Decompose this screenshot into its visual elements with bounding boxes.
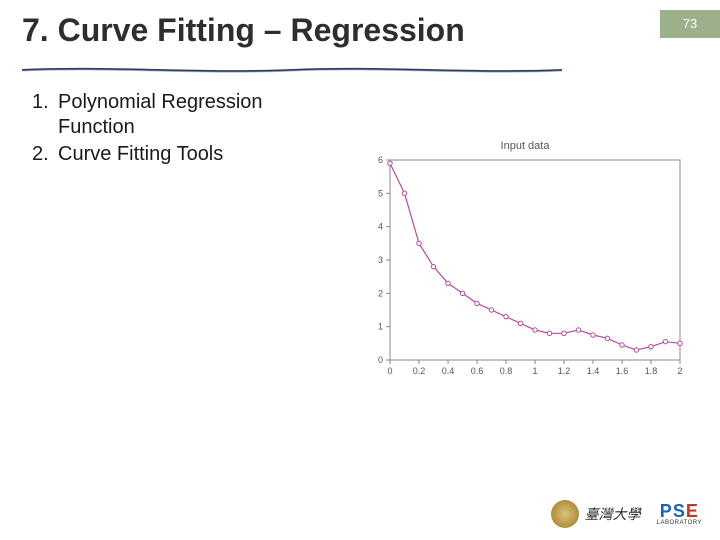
ntu-seal-icon: [551, 500, 579, 528]
slide: 73 7. Curve Fitting – Regression 1. Poly…: [0, 0, 720, 540]
list-number: 2.: [32, 142, 58, 167]
svg-text:1: 1: [378, 322, 383, 332]
pse-letters: PSE: [660, 502, 699, 520]
footer-logos: 臺灣大學 PSE LABORATORY: [551, 500, 702, 528]
svg-text:2: 2: [677, 366, 682, 376]
svg-text:1.6: 1.6: [616, 366, 629, 376]
svg-text:0.6: 0.6: [471, 366, 484, 376]
list-item: 2. Curve Fitting Tools: [32, 142, 342, 167]
svg-text:4: 4: [378, 222, 383, 232]
chart-container: Input data 0 0.2 0.4 0.6 0.8 1 1.2 1.4 1.6 1.8 2 0 1…: [360, 140, 690, 390]
svg-text:5: 5: [378, 188, 383, 198]
svg-text:0.4: 0.4: [442, 366, 455, 376]
svg-text:3: 3: [378, 255, 383, 265]
svg-text:1: 1: [532, 366, 537, 376]
slide-title: 7. Curve Fitting – Regression: [22, 12, 465, 49]
list-number: 1.: [32, 90, 58, 140]
svg-text:0: 0: [378, 355, 383, 365]
title-underline: [22, 66, 562, 74]
svg-text:2: 2: [378, 288, 383, 298]
chart-title: Input data: [360, 140, 690, 152]
page-number-badge: 73: [660, 10, 720, 38]
list-item: 1. Polynomial Regression Function: [32, 90, 342, 140]
svg-text:1.2: 1.2: [558, 366, 571, 376]
ntu-text: 臺灣大學: [585, 504, 641, 524]
content-list: 1. Polynomial Regression Function 2. Cur…: [32, 90, 342, 169]
chart-plot: 0 0.2 0.4 0.6 0.8 1 1.2 1.4 1.6 1.8 2 0 1 2 3 4 5 6: [360, 154, 690, 384]
svg-text:1.4: 1.4: [587, 366, 600, 376]
svg-text:6: 6: [378, 155, 383, 165]
svg-text:1.8: 1.8: [645, 366, 658, 376]
pse-subtitle: LABORATORY: [657, 520, 702, 526]
list-text: Curve Fitting Tools: [58, 142, 223, 167]
page-number: 73: [683, 16, 697, 31]
list-text: Polynomial Regression Function: [58, 90, 263, 140]
pse-logo: PSE LABORATORY: [657, 502, 702, 526]
svg-text:0.2: 0.2: [413, 366, 426, 376]
svg-text:0: 0: [387, 366, 392, 376]
svg-text:0.8: 0.8: [500, 366, 513, 376]
